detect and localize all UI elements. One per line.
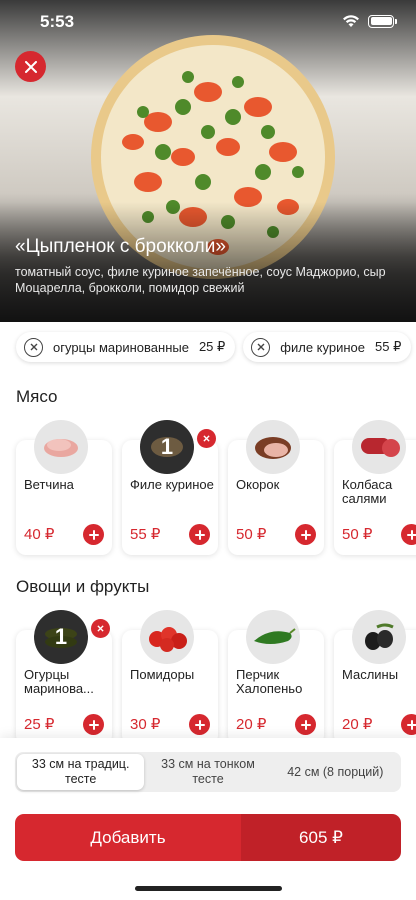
plus-icon [300, 529, 311, 540]
chicken-fillet-icon: 1 [140, 420, 194, 474]
topping-price: 20 ₽ [236, 716, 267, 733]
chip-price: 25 ₽ [198, 339, 226, 354]
gammon-icon [246, 420, 300, 474]
close-button[interactable] [15, 51, 46, 82]
topping-qty: 1 [140, 420, 194, 474]
plus-icon [300, 719, 311, 730]
status-bar: 5:53 [0, 0, 416, 44]
product-hero: 5:53 «Цыпленок с брокколи» томатный соус… [0, 0, 416, 322]
olives-icon [352, 610, 406, 664]
add-topping-button[interactable] [401, 524, 416, 545]
add-topping-button[interactable] [189, 524, 210, 545]
size-option-33-traditional[interactable]: 33 см на традиц. тесте [17, 754, 145, 790]
tomatoes-icon [140, 610, 194, 664]
topping-price: 55 ₽ [130, 526, 161, 543]
battery-icon [368, 14, 397, 28]
topping-card[interactable]: Колбаса салями 50 ₽ [334, 420, 416, 555]
topping-name: Перчик Халопеньо [236, 668, 303, 696]
add-topping-button[interactable] [83, 714, 104, 735]
topping-card[interactable]: 1 Огурцы маринова... 25 ₽ [16, 610, 112, 745]
removed-ingredient-chip[interactable]: огурцы маринованные 25 ₽ [16, 332, 236, 362]
remove-topping-button[interactable] [91, 619, 110, 638]
add-topping-button[interactable] [295, 524, 316, 545]
removed-ingredients: огурцы маринованные 25 ₽ филе куриное 55… [16, 332, 412, 362]
plus-icon [88, 719, 99, 730]
size-selector: 33 см на традиц. тесте 33 см на тонком т… [15, 752, 401, 792]
topping-name: Ветчина [24, 478, 74, 492]
vegetables-row: 1 Огурцы маринова... 25 ₽ Помидоры 30 ₽ … [16, 610, 416, 745]
pickles-icon: 1 [34, 610, 88, 664]
topping-name: Колбаса салями [342, 478, 393, 506]
topping-qty: 1 [34, 610, 88, 664]
add-to-cart-button[interactable]: Добавить 605 ₽ [15, 814, 401, 861]
add-topping-button[interactable] [189, 714, 210, 735]
home-indicator [135, 886, 282, 891]
topping-price: 40 ₽ [24, 526, 55, 543]
order-total: 605 ₽ [241, 814, 401, 861]
chip-price: 55 ₽ [375, 339, 402, 354]
topping-price: 30 ₽ [130, 716, 161, 733]
add-topping-button[interactable] [83, 524, 104, 545]
topping-card[interactable]: Помидоры 30 ₽ [122, 610, 218, 745]
topping-name: Огурцы маринова... [24, 668, 94, 696]
section-title-vegetables: Овощи и фрукты [16, 577, 150, 596]
plus-icon [406, 529, 416, 540]
plus-icon [406, 719, 416, 730]
removed-ingredient-chip[interactable]: филе куриное 55 ₽ [243, 332, 412, 362]
topping-card[interactable]: Перчик Халопеньо 20 ₽ [228, 610, 324, 745]
add-topping-button[interactable] [401, 714, 416, 735]
close-icon [97, 625, 104, 632]
wifi-icon [343, 15, 359, 27]
product-description: томатный соус, филе куриное запечённое, … [15, 265, 386, 295]
remove-x-icon [24, 337, 43, 357]
size-option-33-thin[interactable]: 33 см на тонком тесте [144, 754, 271, 790]
close-icon [24, 60, 37, 73]
topping-price: 20 ₽ [342, 716, 373, 733]
ham-icon [34, 420, 88, 474]
topping-name: Окорок [236, 478, 280, 492]
topping-card[interactable]: 1 Филе куриное 55 ₽ [122, 420, 218, 555]
plus-icon [88, 529, 99, 540]
remove-topping-button[interactable] [197, 429, 216, 448]
topping-card[interactable]: Окорок 50 ₽ [228, 420, 324, 555]
section-title-meat: Мясо [16, 387, 58, 406]
topping-card[interactable]: Маслины 20 ₽ [334, 610, 416, 745]
salami-icon [352, 420, 406, 474]
add-topping-button[interactable] [295, 714, 316, 735]
topping-name: Филе куриное [130, 478, 214, 492]
status-time: 5:53 [40, 12, 75, 31]
jalapeno-icon [246, 610, 300, 664]
remove-x-icon [251, 337, 271, 357]
size-option-42[interactable]: 42 см (8 порций) [272, 754, 399, 790]
add-to-cart-label: Добавить [15, 814, 241, 861]
plus-icon [194, 719, 205, 730]
topping-name: Помидоры [130, 668, 195, 682]
chip-label: огурцы маринованные [53, 339, 189, 355]
topping-card[interactable]: Ветчина 40 ₽ [16, 420, 112, 555]
topping-price: 50 ₽ [342, 526, 373, 543]
product-title: «Цыпленок с брокколи» [15, 236, 226, 257]
plus-icon [194, 529, 205, 540]
chip-label: филе куриное [280, 339, 365, 355]
close-icon [203, 435, 210, 442]
topping-name: Маслины [342, 668, 399, 682]
meat-row: Ветчина 40 ₽ 1 Филе куриное 55 ₽ Окорок … [16, 420, 416, 555]
topping-price: 25 ₽ [24, 716, 55, 733]
topping-price: 50 ₽ [236, 526, 267, 543]
bottom-panel: 33 см на традиц. тесте 33 см на тонком т… [0, 738, 416, 900]
